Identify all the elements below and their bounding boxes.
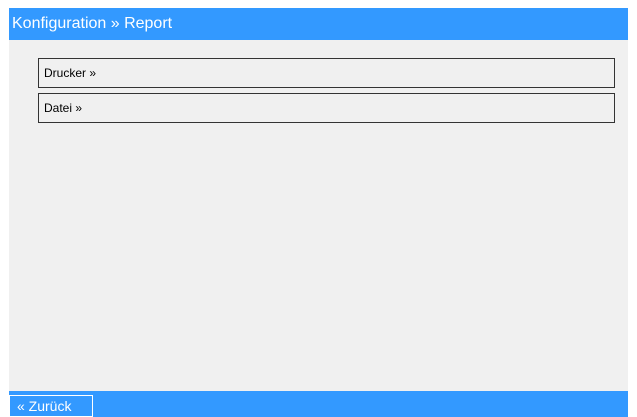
page-title: Konfiguration » Report — [9, 8, 628, 40]
menu-list: Drucker » Datei » — [38, 58, 615, 128]
menu-item-drucker[interactable]: Drucker » — [38, 58, 615, 88]
menu-item-datei[interactable]: Datei » — [38, 93, 615, 123]
app-window: Konfiguration » Report Drucker » Datei »… — [9, 8, 628, 417]
back-button[interactable]: « Zurück — [9, 395, 93, 417]
footer-bar: « Zurück — [9, 391, 628, 417]
